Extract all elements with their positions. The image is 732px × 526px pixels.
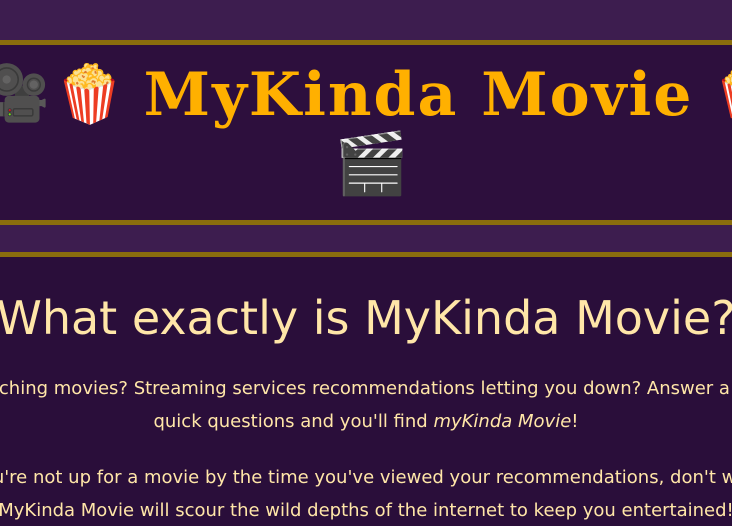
title-row: 🎥 🍿 MyKinda Movie 🍿 bbox=[0, 55, 732, 135]
nav-strip bbox=[0, 225, 732, 252]
section-heading: What exactly is MyKinda Movie? bbox=[0, 291, 732, 345]
top-strip bbox=[0, 0, 732, 40]
popcorn-icon: 🍿 bbox=[54, 62, 125, 127]
intro-paragraph-1: Watching movies? Streaming services reco… bbox=[0, 372, 732, 438]
intro-text-end: ! bbox=[571, 411, 579, 432]
section-divider bbox=[0, 252, 732, 257]
movie-camera-icon: 🎥 bbox=[0, 62, 50, 127]
brand-emphasis: myKinda Movie bbox=[433, 411, 572, 432]
page: 🎥 🍿 MyKinda Movie 🍿 🎬 What exactly is My… bbox=[0, 0, 732, 526]
intro-paragraph-1-line-1: Watching movies? Streaming services reco… bbox=[0, 378, 732, 399]
intro-paragraph-2: If you're not up for a movie by the time… bbox=[0, 461, 732, 526]
popcorn-icon: 🍿 bbox=[713, 55, 732, 135]
site-title[interactable]: MyKinda Movie bbox=[144, 55, 694, 135]
intro-paragraph-1-line-2: quick questions and you'll find myKinda … bbox=[153, 411, 578, 432]
intro-text-start: quick questions and you'll find bbox=[153, 411, 434, 432]
intro-paragraph-2-line-1: If you're not up for a movie by the time… bbox=[0, 467, 732, 488]
intro-paragraph-2-line-2: MyKinda Movie will scour the wild depths… bbox=[0, 500, 732, 521]
clapper-board-icon: 🎬 bbox=[334, 129, 409, 199]
